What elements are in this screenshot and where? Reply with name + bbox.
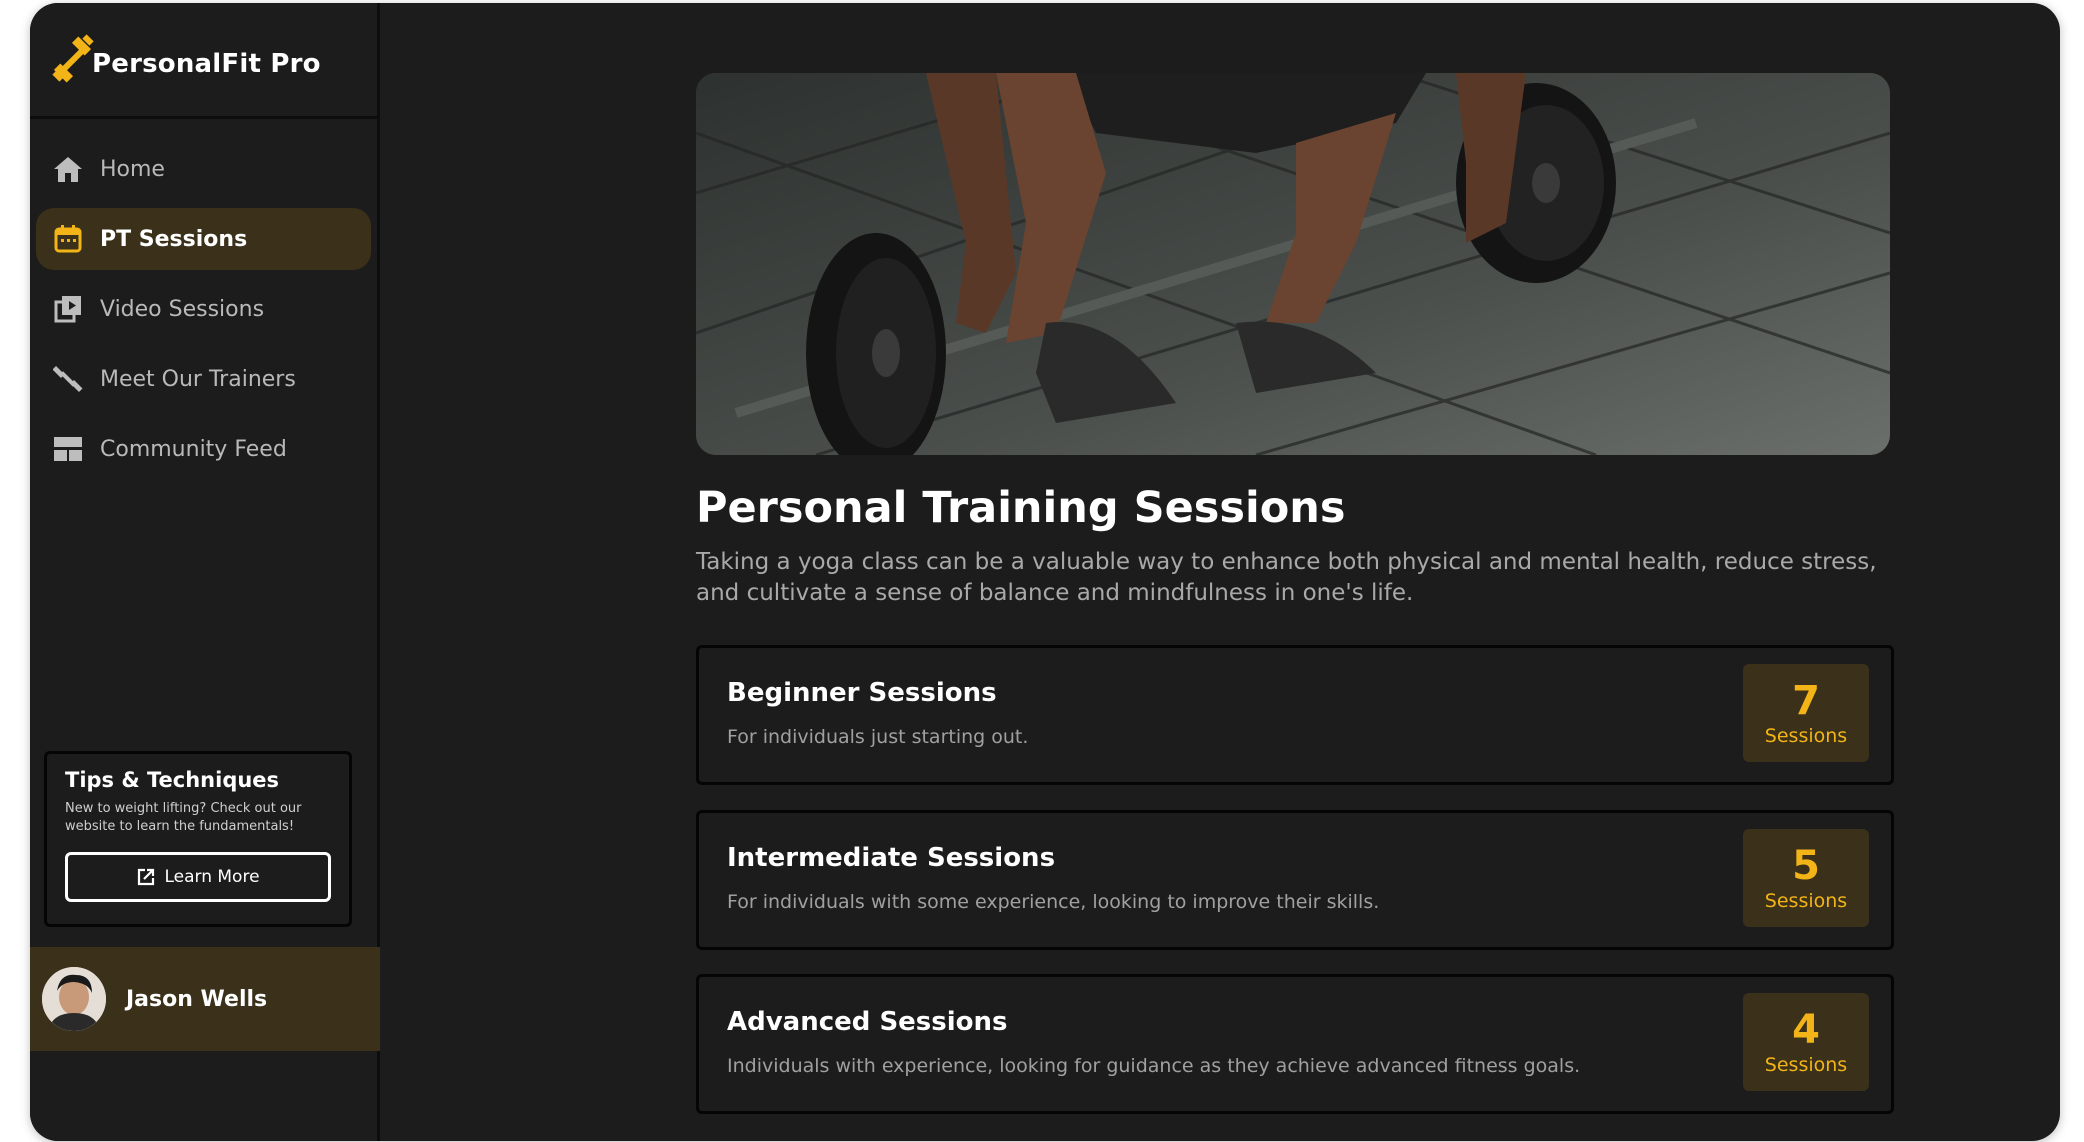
sidebar-item-label: PT Sessions xyxy=(100,226,248,252)
sidebar-item-label: Community Feed xyxy=(100,436,287,462)
sidebar-item-label: Meet Our Trainers xyxy=(100,366,296,392)
session-count: 7 xyxy=(1792,678,1820,724)
session-count-badge: 4 Sessions xyxy=(1743,993,1869,1091)
intermediate-sessions-card[interactable]: Intermediate Sessions For individuals wi… xyxy=(696,810,1894,950)
sidebar-item-community-feed[interactable]: Community Feed xyxy=(36,418,371,480)
dumbbell-icon xyxy=(52,33,94,83)
tips-card: Tips & Techniques New to weight lifting?… xyxy=(44,751,352,927)
dumbbell-icon xyxy=(52,363,84,395)
learn-more-button[interactable]: Learn More xyxy=(65,852,331,902)
feed-icon xyxy=(52,433,84,465)
app-window: PersonalFit Pro Home PT Sessions Video S… xyxy=(30,3,2060,1141)
advanced-sessions-card[interactable]: Advanced Sessions Individuals with exper… xyxy=(696,974,1894,1114)
sidebar-item-label: Home xyxy=(100,156,165,182)
card-title: Advanced Sessions xyxy=(727,1007,1008,1037)
card-title: Intermediate Sessions xyxy=(727,843,1056,873)
sidebar-nav: Home PT Sessions Video Sessions Meet Our… xyxy=(30,119,377,480)
user-profile[interactable]: Jason Wells xyxy=(30,947,380,1051)
beginner-sessions-card[interactable]: Beginner Sessions For individuals just s… xyxy=(696,645,1894,785)
sidebar-item-label: Video Sessions xyxy=(100,296,265,322)
card-title: Beginner Sessions xyxy=(727,678,997,708)
sidebar-item-meet-our-trainers[interactable]: Meet Our Trainers xyxy=(36,348,371,410)
session-count-badge: 7 Sessions xyxy=(1743,664,1869,762)
calendar-icon xyxy=(52,223,84,255)
avatar xyxy=(42,967,106,1031)
card-description: For individuals with some experience, lo… xyxy=(727,891,1380,913)
home-icon xyxy=(52,153,84,185)
sidebar-item-home[interactable]: Home xyxy=(36,138,371,200)
video-library-icon xyxy=(52,293,84,325)
learn-more-label: Learn More xyxy=(164,867,260,887)
page-title: Personal Training Sessions xyxy=(696,483,1346,533)
tips-title: Tips & Techniques xyxy=(65,768,280,792)
card-description: For individuals just starting out. xyxy=(727,726,1029,748)
session-count-badge: 5 Sessions xyxy=(1743,829,1869,927)
card-description: Individuals with experience, looking for… xyxy=(727,1055,1581,1077)
page-description: Taking a yoga class can be a valuable wa… xyxy=(696,549,1877,606)
brand-name: PersonalFit Pro xyxy=(92,48,321,79)
sidebar-item-video-sessions[interactable]: Video Sessions xyxy=(36,278,371,340)
main-content: Personal Training Sessions Taking a yoga… xyxy=(380,3,2060,1141)
external-link-icon xyxy=(138,868,155,886)
session-count-label: Sessions xyxy=(1764,1054,1848,1076)
session-count-label: Sessions xyxy=(1764,725,1848,747)
session-count: 4 xyxy=(1792,1007,1820,1053)
session-count: 5 xyxy=(1792,843,1820,889)
tips-text: New to weight lifting? Check out our web… xyxy=(65,801,302,834)
brand-header[interactable]: PersonalFit Pro xyxy=(30,3,377,119)
sidebar: PersonalFit Pro Home PT Sessions Video S… xyxy=(30,3,380,1141)
hero-image xyxy=(696,73,1890,455)
user-name: Jason Wells xyxy=(126,986,268,1012)
sidebar-item-pt-sessions[interactable]: PT Sessions xyxy=(36,208,371,270)
session-count-label: Sessions xyxy=(1764,890,1848,912)
